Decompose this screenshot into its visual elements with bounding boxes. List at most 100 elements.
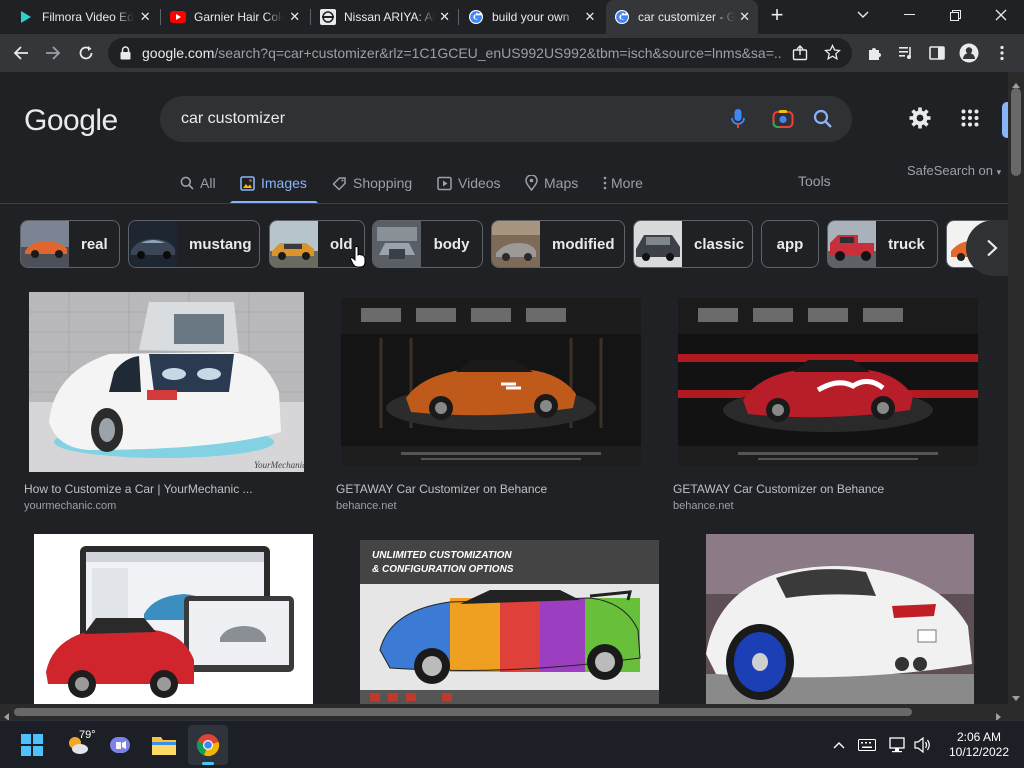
banner-text-line2: & CONFIGURATION OPTIONS — [372, 564, 514, 575]
result-title[interactable]: GETAWAY Car Customizer on Behance — [673, 482, 884, 496]
tab-label: Shopping — [353, 175, 413, 191]
forward-arrow-icon[interactable] — [38, 38, 68, 68]
result-source[interactable]: yourmechanic.com — [24, 500, 116, 512]
chrome-taskbar-icon[interactable] — [188, 725, 228, 765]
profile-avatar-icon[interactable] — [954, 38, 984, 68]
search-box[interactable]: car customizer — [160, 96, 852, 142]
chip-body[interactable]: body — [372, 220, 483, 268]
close-tab-icon[interactable]: ✕ — [138, 9, 152, 25]
share-icon[interactable] — [792, 45, 808, 66]
tab-filmora[interactable]: Filmora Video Editor ✕ — [10, 0, 160, 34]
tab-label: More — [611, 175, 643, 191]
image-result-5[interactable]: UNLIMITED CUSTOMIZATION & CONFIGURATION … — [360, 540, 660, 704]
chip-modified[interactable]: modified — [491, 220, 625, 268]
chip-thumbnail — [492, 221, 540, 267]
youtube-icon — [170, 9, 186, 25]
chip-classic[interactable]: classic — [633, 220, 753, 268]
image-result-1[interactable]: YourMechanic How to Customize a Car | Yo… — [24, 292, 314, 512]
tab-title: Nissan ARIYA: All-Electric — [344, 10, 436, 24]
tab-label: Images — [261, 175, 307, 191]
result-source[interactable]: behance.net — [336, 500, 397, 512]
tab-shopping[interactable]: Shopping — [332, 164, 412, 202]
close-tab-icon[interactable]: ✕ — [739, 9, 750, 25]
chip-app[interactable]: app — [761, 220, 819, 268]
image-result-2[interactable]: GETAWAY Car Customizer on Behance behanc… — [336, 292, 646, 512]
chrome-menu-icon[interactable] — [987, 38, 1017, 68]
result-title[interactable]: How to Customize a Car | YourMechanic ..… — [24, 482, 253, 496]
keyboard-icon[interactable] — [857, 735, 877, 755]
chip-truck[interactable]: truck — [827, 220, 938, 268]
tab-build-your-own[interactable]: build your own ✕ — [460, 0, 606, 34]
camera-lens-icon[interactable] — [771, 107, 795, 131]
settings-gear-icon[interactable] — [908, 106, 932, 130]
vertical-scrollbar[interactable] — [1008, 72, 1024, 704]
chip-real[interactable]: real — [20, 220, 120, 268]
tab-all[interactable]: All — [180, 164, 216, 202]
network-monitor-icon[interactable] — [888, 735, 908, 755]
tools-button[interactable]: Tools — [798, 173, 831, 189]
related-search-chips: real mustang old body modified classic a… — [20, 220, 1008, 268]
windows-taskbar: 79° 2:06 AM 10/12/2022 — [0, 720, 1024, 768]
apps-grid-icon[interactable] — [958, 106, 982, 130]
media-control-icon[interactable] — [891, 38, 921, 68]
tab-images[interactable]: Images — [240, 164, 307, 202]
restore-icon[interactable] — [932, 0, 978, 30]
image-result-6[interactable] — [706, 534, 974, 704]
chip-thumbnail — [270, 221, 318, 267]
search-input[interactable]: car customizer — [181, 110, 285, 128]
tab-garnier[interactable]: Garnier Hair Color ✕ — [162, 0, 310, 34]
close-tab-icon[interactable]: ✕ — [582, 9, 598, 25]
horizontal-scroll-thumb[interactable] — [14, 708, 912, 716]
chip-mustang[interactable]: mustang — [128, 220, 260, 268]
result-thumbnail[interactable] — [678, 298, 978, 466]
address-bar[interactable]: google.com/search?q=car+customizer&rlz=1… — [108, 38, 852, 68]
side-panel-icon[interactable] — [922, 38, 952, 68]
reload-icon[interactable] — [71, 38, 101, 68]
bookmark-star-icon[interactable] — [823, 43, 842, 66]
result-thumbnail[interactable]: UNLIMITED CUSTOMIZATION & CONFIGURATION … — [360, 540, 659, 704]
result-title[interactable]: GETAWAY Car Customizer on Behance — [336, 482, 547, 496]
back-arrow-icon[interactable] — [6, 38, 36, 68]
map-pin-icon — [525, 175, 538, 191]
system-clock[interactable]: 2:06 AM 10/12/2022 — [944, 730, 1014, 760]
result-thumbnail[interactable] — [341, 298, 641, 466]
vertical-scroll-thumb[interactable] — [1011, 88, 1021, 176]
microphone-icon[interactable] — [726, 107, 750, 131]
result-thumbnail[interactable] — [34, 534, 313, 704]
weather-widget[interactable]: 79° — [58, 725, 98, 765]
close-tab-icon[interactable]: ✕ — [287, 9, 302, 25]
tag-icon — [332, 176, 347, 191]
image-result-4[interactable] — [34, 534, 314, 704]
safesearch-toggle[interactable]: SafeSearch on ▾ — [907, 163, 1001, 178]
show-hidden-icons-chevron-icon[interactable] — [829, 735, 849, 755]
result-thumbnail[interactable]: YourMechanic — [29, 292, 304, 472]
tab-videos[interactable]: Videos — [437, 164, 501, 202]
lock-icon[interactable] — [120, 46, 131, 65]
tab-search-icon[interactable] — [840, 0, 886, 30]
search-icon[interactable] — [811, 107, 835, 131]
result-thumbnail[interactable] — [706, 534, 974, 704]
url-text[interactable]: google.com/search?q=car+customizer&rlz=1… — [142, 45, 782, 61]
horizontal-scrollbar[interactable] — [0, 704, 1008, 721]
tab-car-customizer[interactable]: car customizer - Google Search ✕ — [606, 0, 758, 34]
extensions-puzzle-icon[interactable] — [860, 38, 890, 68]
minimize-icon[interactable] — [886, 0, 932, 30]
close-window-icon[interactable] — [978, 0, 1024, 30]
tab-maps[interactable]: Maps — [525, 164, 578, 202]
volume-speaker-icon[interactable] — [913, 735, 933, 755]
image-result-3[interactable]: GETAWAY Car Customizer on Behance behanc… — [673, 292, 983, 512]
tab-nissan[interactable]: Nissan ARIYA: All-Electric ✕ — [312, 0, 458, 34]
windows-start-icon[interactable] — [12, 725, 52, 765]
nav-divider — [0, 203, 1008, 204]
play-icon — [437, 176, 452, 191]
close-tab-icon[interactable]: ✕ — [439, 9, 450, 25]
chip-thumbnail — [129, 221, 177, 267]
file-explorer-icon[interactable] — [144, 725, 184, 765]
google-logo[interactable]: Google — [24, 104, 118, 138]
running-indicator — [202, 762, 214, 765]
tab-more[interactable]: More — [603, 164, 643, 202]
new-tab-button[interactable]: + — [760, 0, 794, 30]
result-source[interactable]: behance.net — [673, 500, 734, 512]
dropdown-caret-icon: ▾ — [996, 167, 1002, 177]
teams-chat-icon[interactable] — [100, 725, 140, 765]
